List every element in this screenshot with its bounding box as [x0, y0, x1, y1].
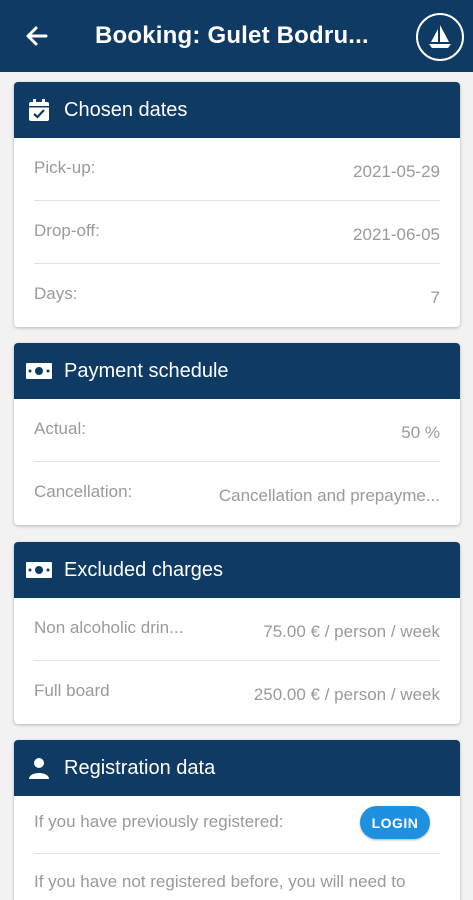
list-item: If you have previously registered: LOGIN — [34, 796, 440, 854]
actual-label: Actual: — [34, 419, 86, 438]
sailboat-logo-icon — [416, 13, 464, 61]
excluded-charges-card: Excluded charges Non alcoholic drin... 7… — [14, 542, 460, 724]
page-title: Booking: Gulet Bodru... — [95, 22, 369, 49]
payment-schedule-title: Payment schedule — [64, 359, 229, 382]
money-bill-icon — [26, 358, 52, 384]
non-alcoholic-value: 75.00 € / person / week — [263, 622, 440, 641]
days-label: Days: — [34, 284, 78, 303]
registration-header: Registration data — [14, 740, 460, 796]
cancellation-label: Cancellation: — [34, 482, 133, 501]
list-item: Pick-up: 2021-05-29 — [34, 138, 440, 201]
days-value: 7 — [430, 288, 440, 307]
actual-value: 50 % — [401, 423, 440, 442]
excluded-charges-title: Excluded charges — [64, 558, 223, 581]
list-item: Drop-off: 2021-06-05 — [34, 201, 440, 264]
list-item[interactable]: Cancellation: Cancellation and prepayme.… — [34, 462, 440, 525]
chosen-dates-header: Chosen dates — [14, 82, 460, 138]
full-board-value: 250.00 € / person / week — [253, 685, 440, 704]
money-bill-icon — [26, 557, 52, 583]
payment-schedule-header: Payment schedule — [14, 343, 460, 399]
registration-card: Registration data If you have previously… — [14, 740, 460, 900]
pickup-label: Pick-up: — [34, 158, 96, 177]
user-icon — [26, 755, 52, 781]
previously-registered-text: If you have previously registered: — [34, 812, 284, 831]
cancellation-value: Cancellation and prepayme... — [218, 486, 440, 505]
excluded-charges-header: Excluded charges — [14, 542, 460, 598]
full-board-label: Full board — [34, 681, 110, 700]
list-item[interactable]: Non alcoholic drin... 75.00 € / person /… — [34, 598, 440, 661]
chosen-dates-title: Chosen dates — [64, 98, 188, 121]
login-button[interactable]: LOGIN — [360, 806, 430, 839]
non-alcoholic-label: Non alcoholic drin... — [34, 618, 184, 637]
list-item: Full board 250.00 € / person / week — [34, 661, 440, 724]
back-arrow-icon[interactable] — [22, 21, 52, 51]
registration-title: Registration data — [64, 756, 216, 779]
payment-schedule-card: Payment schedule Actual: 50 % Cancellati… — [14, 343, 460, 525]
list-item: If you have not registered before, you w… — [34, 854, 440, 900]
dropoff-label: Drop-off: — [34, 221, 100, 240]
calendar-check-icon — [26, 97, 52, 123]
chosen-dates-card: Chosen dates Pick-up: 2021-05-29 Drop-of… — [14, 82, 460, 327]
app-bar: Booking: Gulet Bodru... — [0, 0, 473, 72]
list-item: Days: 7 — [34, 264, 440, 327]
dropoff-value: 2021-06-05 — [353, 225, 440, 244]
list-item: Actual: 50 % — [34, 399, 440, 462]
not-registered-text: If you have not registered before, you w… — [34, 872, 406, 891]
pickup-value: 2021-05-29 — [353, 162, 440, 181]
